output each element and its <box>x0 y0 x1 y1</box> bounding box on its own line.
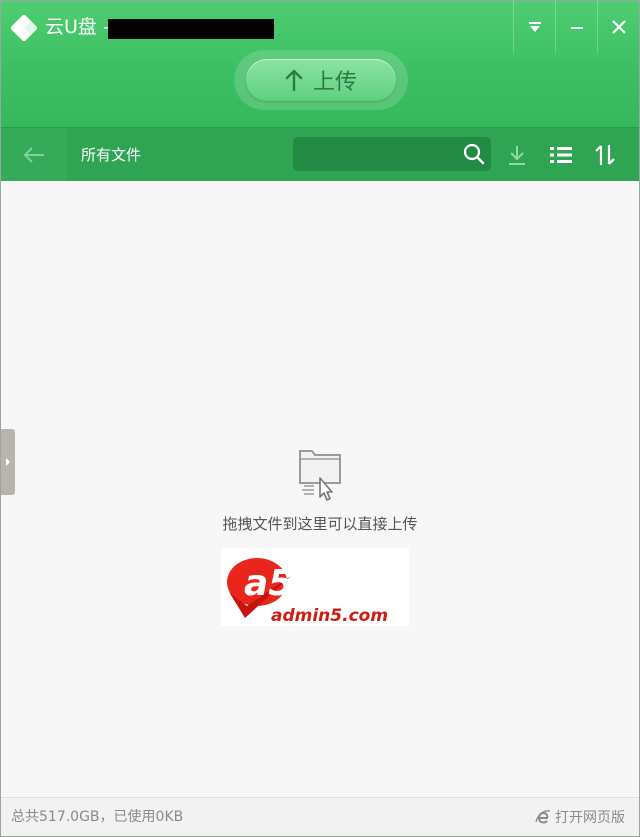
app-title: 云U盘 - <box>45 16 110 38</box>
watermark-site: admin5.com <box>271 606 388 626</box>
cloud-drive-window: 云U盘 - 上传 所有文件 拖拽文件到这里可以直接上传 a5源码 admin5.… <box>0 0 640 837</box>
watermark-brand: a5源码 <box>244 563 368 604</box>
redacted-account-name <box>108 19 274 39</box>
close-button[interactable] <box>597 1 639 53</box>
sort-button[interactable] <box>591 141 619 169</box>
status-bar: 总共517.0GB，已使用0KB 打开网页版 <box>1 797 639 836</box>
download-icon <box>509 146 525 165</box>
list-view-button[interactable] <box>547 141 575 169</box>
open-web-label: 打开网页版 <box>555 810 625 826</box>
folder-drop-icon <box>299 450 341 501</box>
close-icon <box>611 20 626 34</box>
search-icon[interactable] <box>463 143 485 165</box>
upload-label: 上传 <box>312 70 357 95</box>
empty-state: 拖拽文件到这里可以直接上传 <box>1 445 639 534</box>
download-button[interactable] <box>503 141 531 169</box>
upload-button-ring: 上传 <box>234 50 408 110</box>
drop-hint-text: 拖拽文件到这里可以直接上传 <box>222 515 418 533</box>
upload-button[interactable]: 上传 <box>246 59 396 101</box>
minimize-icon <box>570 27 583 29</box>
menu-dropdown-icon <box>528 22 541 32</box>
sort-icon <box>595 145 615 165</box>
storage-usage: 总共517.0GB，已使用0KB <box>11 809 184 825</box>
breadcrumb-all-files[interactable]: 所有文件 <box>81 128 141 182</box>
arrow-up-icon <box>285 69 303 91</box>
toolbar: 所有文件 <box>1 127 639 182</box>
title-bar[interactable]: 云U盘 - 上传 <box>1 1 639 127</box>
ie-icon <box>535 810 551 824</box>
back-button[interactable] <box>1 128 67 182</box>
window-controls <box>513 1 639 53</box>
open-web-version-link[interactable]: 打开网页版 <box>535 798 625 836</box>
search-input[interactable] <box>293 137 453 171</box>
list-view-icon <box>550 147 572 163</box>
menu-button[interactable] <box>513 1 555 53</box>
diamond-logo-icon <box>11 15 37 41</box>
search-box <box>293 137 491 171</box>
minimize-button[interactable] <box>555 1 597 53</box>
arrow-left-icon <box>23 147 44 163</box>
a5-watermark-logo: a5源码 admin5.com <box>221 548 409 626</box>
file-list-area[interactable]: 拖拽文件到这里可以直接上传 a5源码 admin5.com <box>1 181 639 797</box>
